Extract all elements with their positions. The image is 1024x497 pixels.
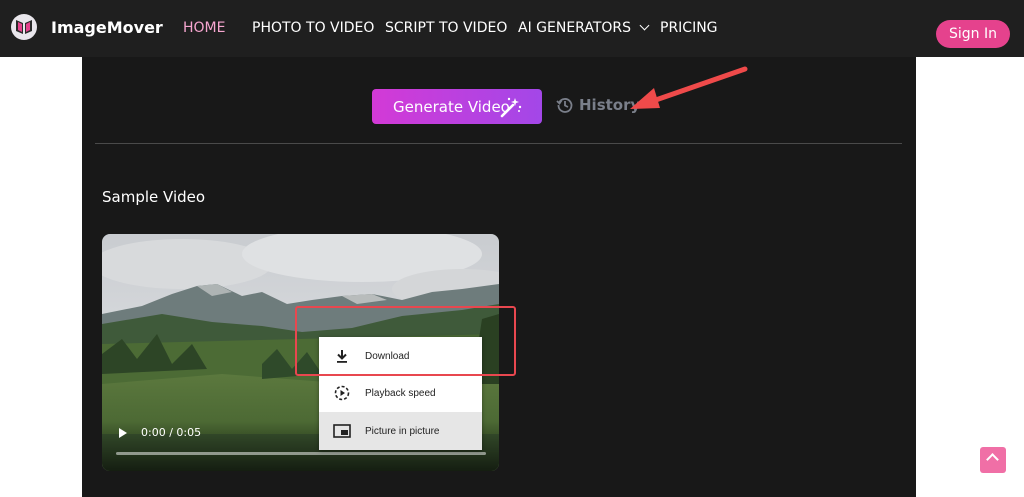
nav-pricing[interactable]: PRICING — [660, 20, 718, 36]
top-navbar: ImageMover HOME PHOTO TO VIDEO SCRIPT TO… — [0, 0, 1024, 57]
section-divider — [95, 143, 902, 144]
nav-photo-to-video[interactable]: PHOTO TO VIDEO — [252, 20, 374, 36]
generate-video-button[interactable]: Generate Video — [372, 89, 542, 124]
nav-ai-generators-label: AI GENERATORS — [518, 20, 632, 36]
menu-item-label: Picture in picture — [365, 425, 440, 437]
nav-ai-generators[interactable]: AI GENERATORS — [518, 20, 650, 36]
menu-item-playback-speed[interactable]: Playback speed — [319, 374, 482, 412]
magic-wand-icon — [500, 97, 522, 118]
imagemover-logo-icon[interactable] — [10, 13, 38, 41]
generate-video-label: Generate Video — [393, 97, 510, 116]
annotation-highlight-box — [295, 306, 516, 376]
nav-home[interactable]: HOME — [183, 20, 225, 36]
picture-in-picture-icon — [319, 424, 365, 438]
scroll-to-top-button[interactable] — [980, 447, 1006, 473]
chevron-up-icon — [986, 453, 999, 466]
sample-video-title: Sample Video — [102, 188, 206, 206]
video-progress-bar[interactable] — [116, 452, 486, 455]
chevron-down-icon — [639, 20, 650, 31]
history-icon — [556, 98, 573, 113]
nav-script-to-video[interactable]: SCRIPT TO VIDEO — [385, 20, 507, 36]
brand-name[interactable]: ImageMover — [51, 18, 163, 37]
menu-item-picture-in-picture[interactable]: Picture in picture — [319, 412, 482, 450]
menu-item-label: Playback speed — [365, 387, 436, 399]
play-icon[interactable] — [119, 428, 127, 438]
sign-in-button[interactable]: Sign In — [936, 20, 1010, 48]
video-time-readout: 0:00 / 0:05 — [141, 426, 202, 439]
playback-speed-icon — [319, 385, 365, 401]
annotation-arrow-icon — [630, 66, 748, 109]
